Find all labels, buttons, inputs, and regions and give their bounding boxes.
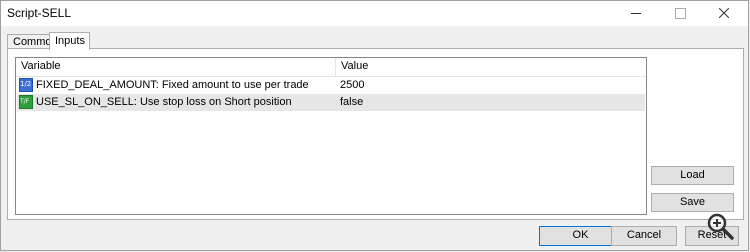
table-row[interactable]: FIXED_DEAL_AMOUNT: Fixed amount to use p… [17, 77, 645, 94]
variable-value[interactable]: 2500 [340, 77, 364, 94]
tab-inputs[interactable]: Inputs [49, 32, 90, 50]
save-button[interactable]: Save [651, 193, 734, 212]
dialog-window: Script-SELL Common Inputs Variable Value… [0, 0, 749, 251]
window-title: Script-SELL [7, 6, 72, 20]
maximize-button[interactable] [658, 1, 702, 25]
boolean-input-icon [19, 95, 33, 109]
close-icon [719, 8, 729, 18]
minimize-icon [631, 12, 641, 14]
load-button[interactable]: Load [651, 166, 734, 185]
inputs-grid: Variable Value FIXED_DEAL_AMOUNT: Fixed … [15, 57, 647, 215]
numeric-input-icon [19, 78, 33, 92]
column-header-value[interactable]: Value [336, 58, 646, 76]
ok-button[interactable]: OK [539, 226, 622, 246]
table-row[interactable]: USE_SL_ON_SELL: Use stop loss on Short p… [17, 94, 645, 111]
variable-name: USE_SL_ON_SELL: Use stop loss on Short p… [36, 96, 292, 108]
title-bar: Script-SELL [1, 1, 748, 26]
close-button[interactable] [702, 1, 746, 25]
minimize-button[interactable] [614, 1, 658, 25]
grid-header: Variable Value [16, 58, 646, 77]
variable-value[interactable]: false [340, 94, 363, 111]
zoom-in-icon [707, 213, 734, 240]
maximize-icon [674, 7, 686, 19]
tab-common[interactable]: Common [7, 34, 58, 49]
variable-name: FIXED_DEAL_AMOUNT: Fixed amount to use p… [36, 79, 309, 91]
cancel-button[interactable]: Cancel [611, 226, 677, 246]
column-header-variable[interactable]: Variable [16, 58, 336, 76]
inputs-panel: Variable Value FIXED_DEAL_AMOUNT: Fixed … [7, 48, 744, 220]
